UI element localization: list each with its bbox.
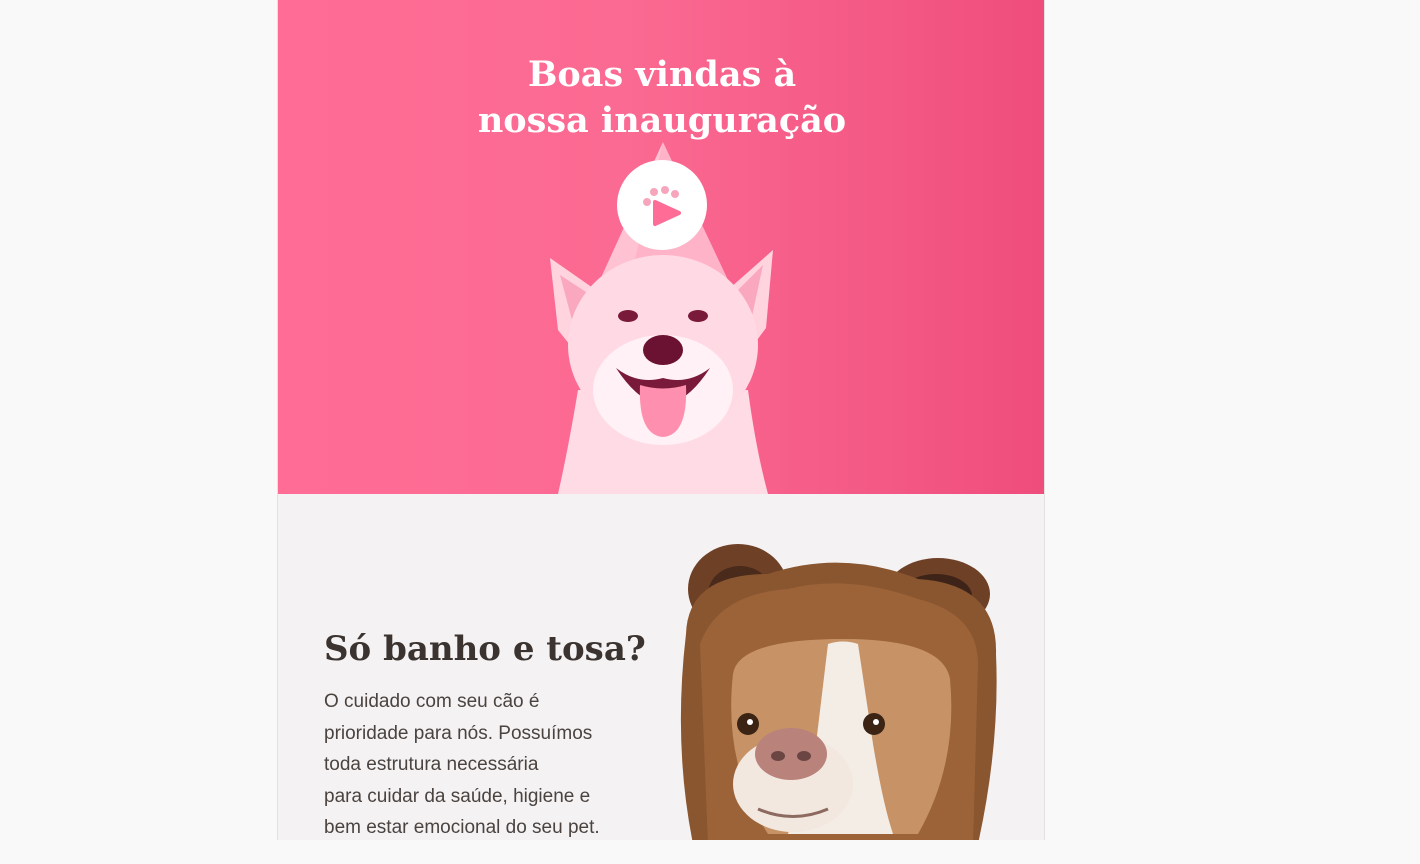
grooming-section: Só banho e tosa? O cuidado com seu cão é… (278, 494, 1044, 840)
section-body-line: O cuidado com seu cão é (324, 691, 540, 712)
hero-title: Boas vindas à nossa inauguração (278, 52, 1044, 144)
section-title: Só banho e tosa? (324, 629, 646, 669)
hero-banner: Boas vindas à nossa inauguração (278, 0, 1044, 494)
paw-play-icon (643, 186, 681, 226)
section-body-line: para cuidar da saúde, higiene e (324, 785, 591, 807)
section-body-line: bem estar emocional do seu pet. (324, 817, 600, 839)
hero-title-line-2: nossa inauguração (477, 100, 847, 141)
email-content: Boas vindas à nossa inauguração Só banho… (277, 0, 1045, 840)
hero-title-line-1: Boas vindas à (527, 54, 797, 95)
section-body: O cuidado com seu cão é prioridade para … (324, 686, 644, 840)
play-video-button[interactable] (617, 160, 707, 250)
section-body-line: prioridade para nós. Possuímos (324, 722, 593, 744)
section-body-line: toda estrutura necessária (324, 754, 539, 776)
bear-costume-dog-image (680, 544, 997, 840)
